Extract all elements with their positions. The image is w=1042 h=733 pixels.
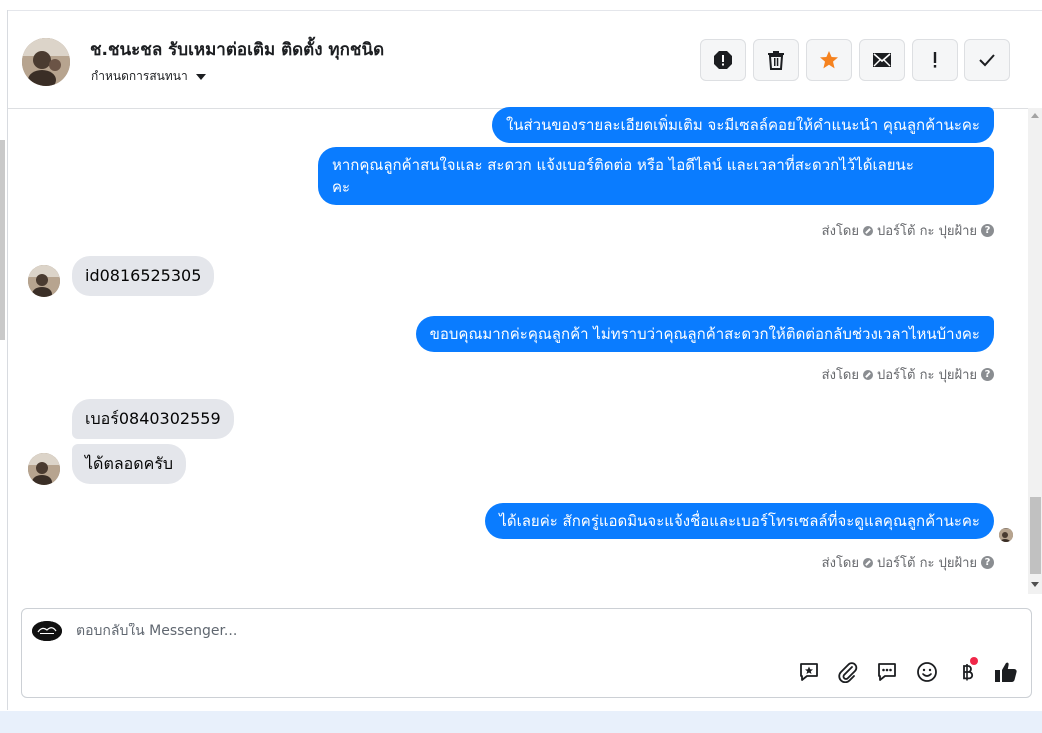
star-button[interactable] [806,39,852,81]
incoming-message[interactable]: id0816525305 [72,256,215,296]
attach-button[interactable] [836,660,860,684]
chat-button[interactable] [875,660,899,684]
incoming-message[interactable]: ได้ตลอดครับ [72,444,187,484]
messenger-window: ช.ชนะชล รับเหมาต่อเติม ติดตั้ง ทุกชนิด ก… [0,0,1042,733]
verified-icon [863,557,873,568]
help-icon[interactable]: ? [981,368,994,381]
saved-reply-icon [800,663,818,681]
exclamation-icon [933,52,937,68]
saved-reply-button[interactable] [797,660,821,684]
mail-button[interactable] [859,39,905,81]
mark-done-button[interactable] [964,39,1010,81]
emoji-icon [917,662,937,682]
caret-down-icon [195,73,206,80]
scrollbar-thumb[interactable] [1030,497,1041,574]
message-line: หากคุณลูกค้าสนใจและ สะดวก แจ้งเบอร์ติดต่… [332,156,914,174]
trash-icon [768,51,784,70]
payment-button[interactable] [955,657,979,684]
sent-by-info: ส่งโดย ปอร์โต้ กะ ปุยฝ้าย ? [822,364,994,385]
sent-by-label: ส่งโดย [821,224,859,239]
notification-dot [970,657,978,665]
help-icon[interactable]: ? [981,224,994,237]
contact-name[interactable]: ช.ชนะชล รับเหมาต่อเติม ติดตั้ง ทุกชนิด [90,36,384,63]
verified-icon [863,369,873,380]
help-icon[interactable]: ? [981,556,994,569]
reply-input[interactable] [76,623,776,639]
page-avatar [32,621,62,641]
contact-avatar-small [28,265,60,297]
contact-avatar-small [28,453,60,485]
sent-by-info: ส่งโดย ปอร์โต้ กะ ปุยฝ้าย ? [822,220,994,241]
like-icon [995,662,1017,682]
scroll-down-arrow-icon[interactable] [1031,582,1039,587]
emoji-button[interactable] [915,660,939,684]
reply-composer [21,608,1032,698]
conversation-header: ช.ชนะชล รับเหมาต่อเติม ติดตั้ง ทุกชนิด ก… [8,11,1042,109]
sender-name[interactable]: ปอร์โต้ กะ ปุยฝ้าย [877,552,977,573]
message-line: คะ [332,178,351,196]
report-icon [714,51,732,69]
schedule-label: กำหนดการสนทนา [91,69,188,83]
sent-by-label: ส่งโดย [821,368,859,383]
bottom-band [0,711,1042,733]
outgoing-message[interactable]: ได้เลยค่ะ สักครู่แอดมินจะแจ้งชื่อและเบอร… [485,503,994,539]
mail-icon [873,53,891,67]
left-scrollbar-thumb[interactable] [0,140,5,340]
delete-button[interactable] [753,39,799,81]
attachment-icon [838,662,858,683]
conversation-schedule-menu[interactable]: กำหนดการสนทนา [91,67,206,86]
outgoing-message[interactable]: ในส่วนของรายละเอียดเพิ่มเติม จะมีเซลล์คอ… [491,107,994,143]
mark-important-button[interactable] [912,39,958,81]
sent-by-label: ส่งโดย [821,556,859,571]
sent-by-info: ส่งโดย ปอร์โต้ กะ ปุยฝ้าย ? [822,552,994,573]
read-receipt-avatar [999,528,1013,542]
outgoing-message[interactable]: หากคุณลูกค้าสนใจและ สะดวก แจ้งเบอร์ติดต่… [318,147,994,205]
left-divider [7,10,8,710]
report-button[interactable] [700,39,746,81]
scroll-up-arrow-icon[interactable] [1031,113,1039,118]
verified-icon [863,225,873,236]
star-icon [820,51,838,69]
check-icon [979,54,995,67]
sender-name[interactable]: ปอร์โต้ กะ ปุยฝ้าย [877,220,977,241]
chat-icon [878,663,896,681]
contact-avatar[interactable] [22,38,70,86]
like-button[interactable] [994,660,1018,684]
sender-name[interactable]: ปอร์โต้ กะ ปุยฝ้าย [877,364,977,385]
incoming-message[interactable]: เบอร์0840302559 [72,399,234,439]
outgoing-message[interactable]: ขอบคุณมากค่ะคุณลูกค้า ไม่ทราบว่าคุณลูกค้… [415,316,994,352]
